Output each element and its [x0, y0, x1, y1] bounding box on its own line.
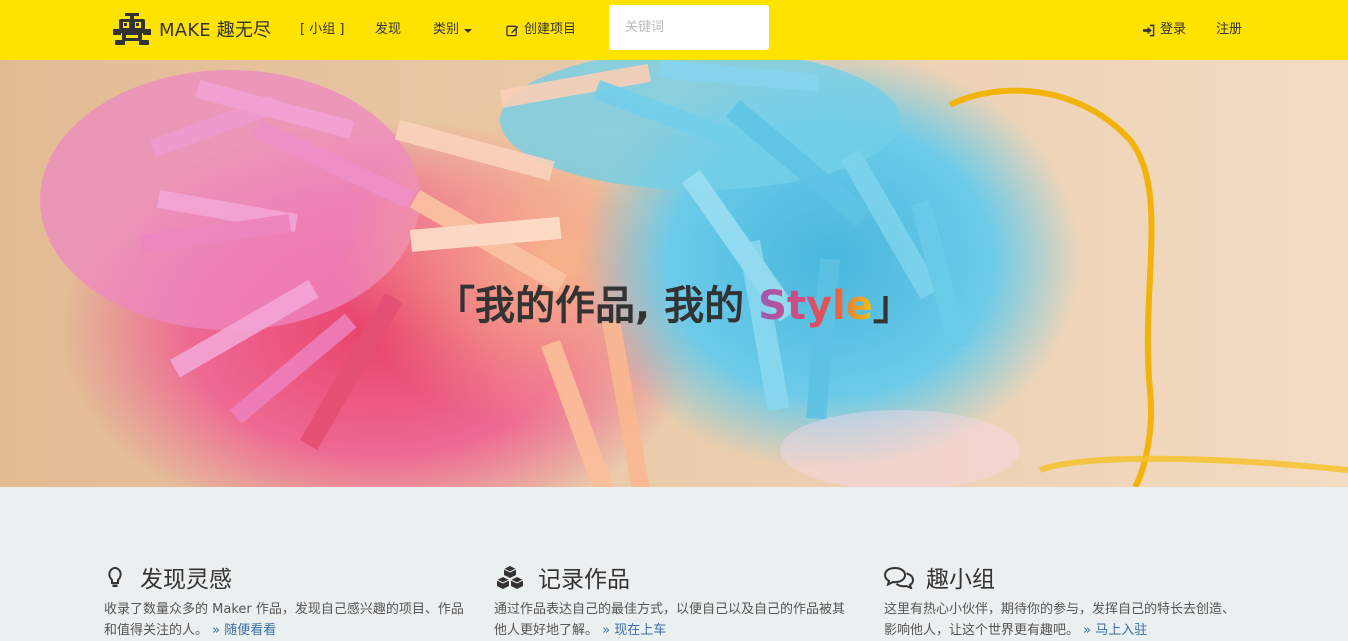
- caret-down-icon: [464, 28, 473, 33]
- nav-discover-label: 发现: [375, 22, 402, 37]
- join-now-link[interactable]: » 马上入驻: [1083, 623, 1147, 638]
- search-input[interactable]: [609, 5, 769, 50]
- edit-icon: [506, 25, 519, 36]
- register-label: 注册: [1216, 22, 1243, 37]
- hero-background-image: [0, 60, 1348, 487]
- hero-slogan: 「我的作品, 我的 Style」: [0, 276, 1348, 336]
- nav-create-project[interactable]: 创建项目: [506, 0, 576, 60]
- browse-link[interactable]: » 随便看看: [212, 623, 276, 638]
- feature-discover-title: 发现灵感: [140, 567, 232, 593]
- get-started-link[interactable]: » 现在上车: [602, 623, 666, 638]
- feature-discover-desc: 收录了数量众多的 Maker 作品，发现自己感兴趣的项目、作品和值得关注的人。 …: [104, 599, 464, 641]
- nav-create-label: 创建项目: [524, 22, 577, 37]
- cubes-icon: [496, 566, 524, 589]
- login-label: 登录: [1160, 22, 1187, 37]
- feature-record-title: 记录作品: [538, 567, 630, 593]
- slogan-text: 「我的作品, 我的: [435, 283, 759, 329]
- feature-groups-header: 趣小组: [884, 560, 1244, 594]
- feature-groups-desc: 这里有热心小伙伴，期待你的参与，发挥自己的特长去创造、影响他人，让这个世界更有趣…: [884, 599, 1244, 641]
- nav-groups-label: [ 小组 ]: [300, 22, 345, 37]
- lightbulb-icon: [108, 566, 122, 587]
- hero-banner: 「我的作品, 我的 Style」: [0, 60, 1348, 487]
- feature-discover: 发现灵感 收录了数量众多的 Maker 作品，发现自己感兴趣的项目、作品和值得关…: [104, 560, 464, 641]
- comments-icon: [884, 566, 914, 589]
- slogan-closing-bracket: 」: [872, 283, 913, 329]
- robot-logo-icon: [113, 13, 151, 45]
- feature-record: 记录作品 通过作品表达自己的最佳方式，以便自己以及自己的作品被其他人更好地了解。…: [494, 560, 854, 641]
- feature-groups-title: 趣小组: [926, 567, 995, 593]
- sign-in-icon: [1142, 24, 1155, 36]
- nav-groups[interactable]: [ 小组 ]: [300, 0, 344, 60]
- login-link[interactable]: 登录: [1142, 0, 1186, 60]
- feature-groups: 趣小组 这里有热心小伙伴，期待你的参与，发挥自己的特长去创造、影响他人，让这个世…: [884, 560, 1244, 641]
- register-link[interactable]: 注册: [1216, 0, 1242, 60]
- feature-record-header: 记录作品: [494, 560, 854, 594]
- slogan-style-word: Style: [758, 283, 873, 329]
- top-navbar: MAKE 趣无尽 [ 小组 ] 发现 类别 创建项目 登录 注册: [0, 0, 1348, 60]
- brand-name: MAKE 趣无尽: [159, 20, 272, 41]
- feature-record-desc: 通过作品表达自己的最佳方式，以便自己以及自己的作品被其他人更好地了解。 » 现在…: [494, 599, 854, 641]
- nav-discover[interactable]: 发现: [375, 0, 401, 60]
- feature-discover-header: 发现灵感: [104, 560, 464, 594]
- nav-category-dropdown[interactable]: 类别: [433, 0, 473, 60]
- nav-category-label: 类别: [433, 22, 460, 37]
- brand-link[interactable]: MAKE 趣无尽: [112, 10, 271, 48]
